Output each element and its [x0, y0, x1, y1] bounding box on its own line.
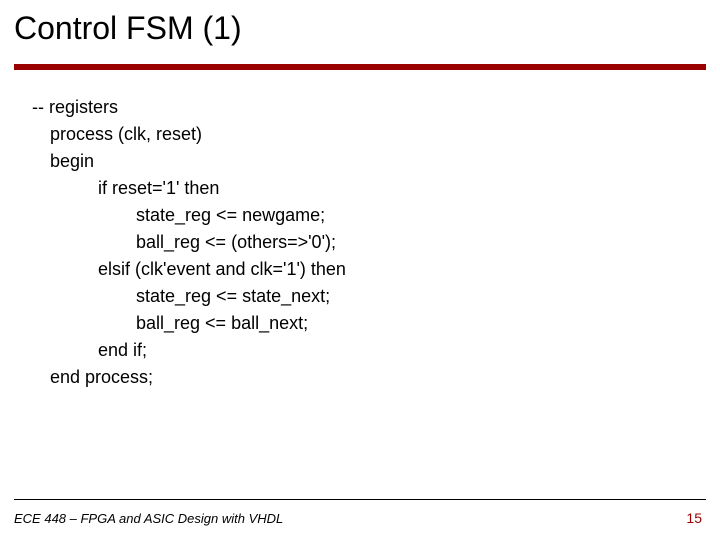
slide-title: Control FSM (1) [14, 10, 242, 47]
code-line: ball_reg <= ball_next; [136, 310, 346, 337]
code-line: process (clk, reset) [50, 121, 346, 148]
page-number: 15 [686, 510, 702, 526]
code-line: -- registers [32, 94, 346, 121]
code-line: end if; [98, 337, 346, 364]
code-block: -- registers process (clk, reset) begin … [32, 94, 346, 391]
code-line: begin [50, 148, 346, 175]
code-line: state_reg <= state_next; [136, 283, 346, 310]
code-line: elsif (clk'event and clk='1') then [98, 256, 346, 283]
footer-rule [14, 499, 706, 500]
code-line: end process; [50, 364, 346, 391]
code-line: if reset='1' then [98, 175, 346, 202]
slide: Control FSM (1) -- registers process (cl… [0, 0, 720, 540]
code-line: ball_reg <= (others=>'0'); [136, 229, 346, 256]
footer-text: ECE 448 – FPGA and ASIC Design with VHDL [14, 511, 283, 526]
code-line: state_reg <= newgame; [136, 202, 346, 229]
title-rule [14, 64, 706, 70]
